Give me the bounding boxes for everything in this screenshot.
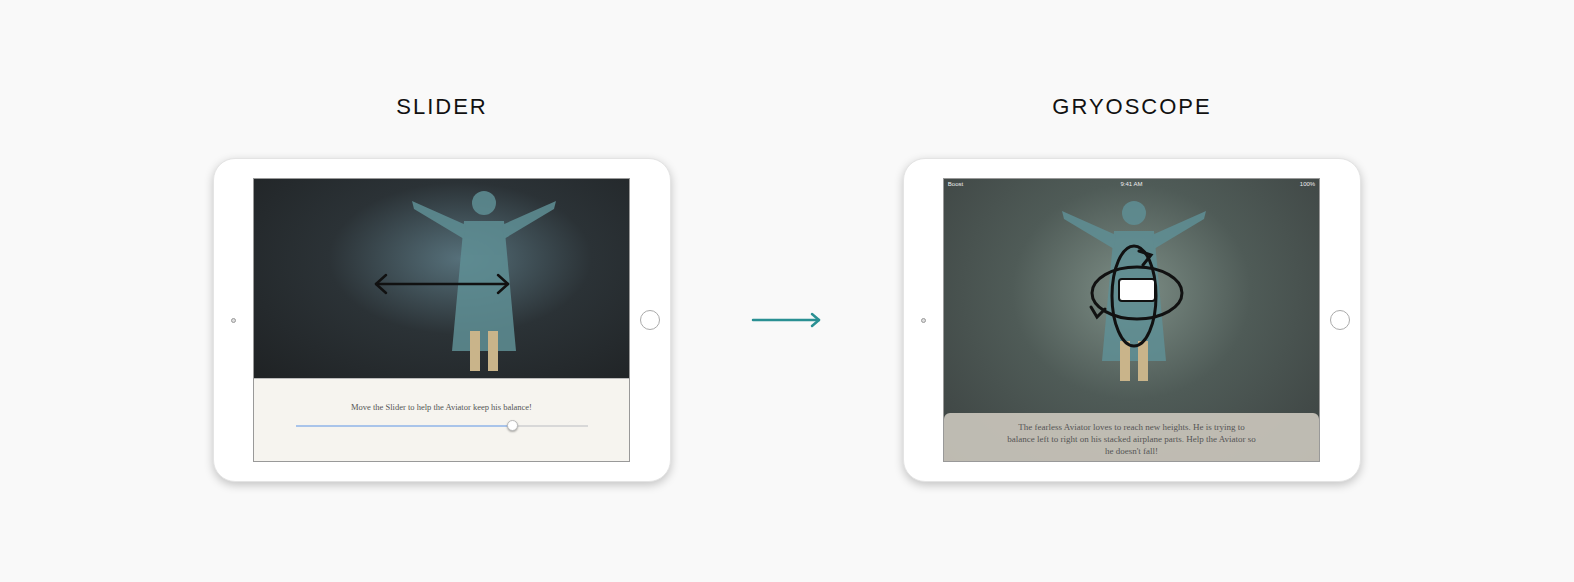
slide-arrows-icon: [372, 271, 512, 296]
comparison: SLIDER Move the Slider to help the Aviato…: [0, 0, 1574, 482]
aviator-photo: Boost 9:41 AM 100% The fearless Aviator lov…: [944, 179, 1319, 461]
ipad-frame: Boost 9:41 AM 100% The fearless Aviator lov…: [903, 158, 1361, 482]
clock-label: 9:41 AM: [1120, 179, 1142, 189]
battery-label: 100%: [1300, 179, 1315, 189]
aviator-photo: [254, 179, 629, 378]
caption-panel: The fearless Aviator loves to reach new …: [944, 413, 1319, 461]
slider-track[interactable]: [296, 425, 588, 427]
status-bar: Boost 9:41 AM 100%: [944, 179, 1319, 189]
slider-panel: Move the Slider to help the Aviator keep…: [254, 378, 629, 461]
device-column: GRYOSCOPE Boost 9:41 AM 100% The fearless Av…: [903, 92, 1361, 482]
slider-prompt: Move the Slider to help the Aviator keep…: [254, 401, 629, 413]
rotate-device-icon: [1079, 241, 1189, 351]
camera-icon: [921, 318, 926, 323]
carrier-label: Boost: [948, 179, 963, 189]
slider-thumb[interactable]: [507, 420, 518, 431]
home-button-icon[interactable]: [1330, 310, 1350, 330]
home-button-icon[interactable]: [640, 310, 660, 330]
flow-arrow-icon: [671, 158, 903, 482]
device-column: SLIDER Move the Slider to help the Aviato…: [213, 92, 671, 482]
ipad-screen: Move the Slider to help the Aviator keep…: [253, 178, 630, 462]
ipad-screen: Boost 9:41 AM 100% The fearless Aviator lov…: [943, 178, 1320, 462]
device-title: GRYOSCOPE: [903, 92, 1361, 122]
story-caption: The fearless Aviator loves to reach new …: [1004, 421, 1259, 457]
ipad-frame: Move the Slider to help the Aviator keep…: [213, 158, 671, 482]
device-title: SLIDER: [213, 92, 671, 122]
slider-fill: [296, 425, 512, 427]
aviator-figure-icon: [404, 181, 564, 381]
camera-icon: [231, 318, 236, 323]
